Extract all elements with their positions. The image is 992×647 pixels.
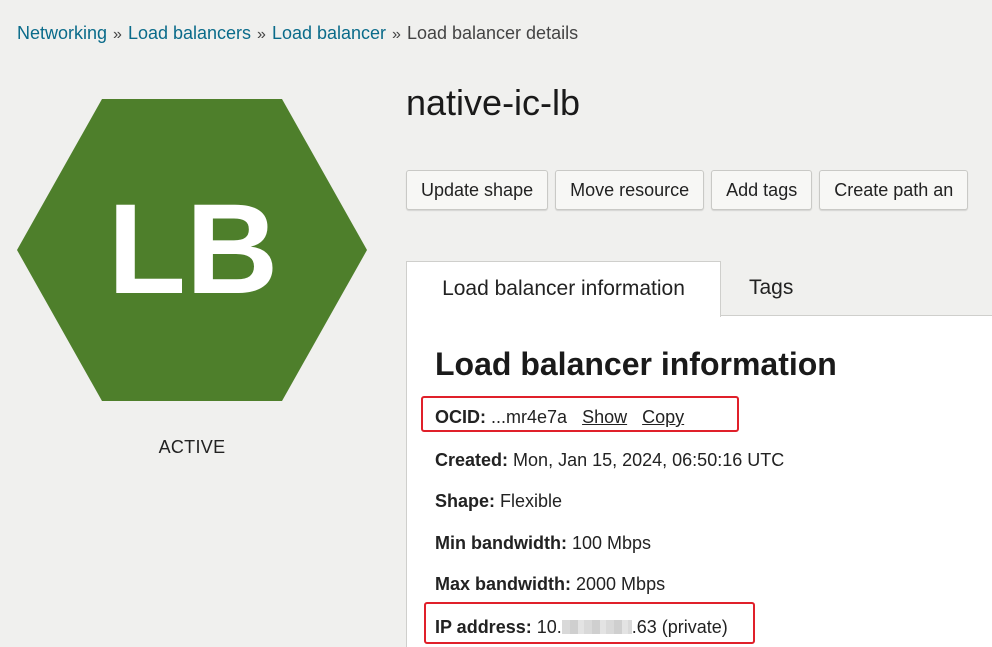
add-tags-button[interactable]: Add tags <box>711 170 813 210</box>
tab-tags[interactable]: Tags <box>749 261 793 316</box>
min-bandwidth-value: 100 Mbps <box>571 533 652 553</box>
lifecycle-status: ACTIVE <box>158 437 226 457</box>
min-bandwidth-row: Min bandwidth: 100 Mbps <box>435 533 651 554</box>
breadcrumb-separator: » <box>392 26 401 43</box>
page: Networking » Load balancers » Load balancer »… <box>0 0 992 647</box>
move-resource-button[interactable]: Move resource <box>555 170 705 210</box>
load-balancer-hexagon-icon: LB <box>17 99 367 401</box>
shape-label: Shape: <box>435 491 496 511</box>
breadcrumb-networking[interactable]: Networking <box>17 23 107 43</box>
tab-load-balancer-information[interactable]: Load balancer information <box>406 261 721 317</box>
action-bar: Update shape Move resource Add tags Create … <box>406 170 975 210</box>
created-value: Mon, Jan 15, 2024, 06:50:16 UTC <box>513 450 785 470</box>
breadcrumb: Networking » Load balancers » Load balancer »… <box>17 22 578 46</box>
update-shape-button[interactable]: Update shape <box>406 170 549 210</box>
created-row: Created: Mon, Jan 15, 2024, 06:50:16 UTC <box>435 450 784 471</box>
create-path-button[interactable]: Create path an <box>819 170 969 210</box>
hexagon-label: LB <box>108 178 279 321</box>
info-panel: Load balancer information OCID: ...mr4e7… <box>406 316 992 647</box>
min-bandwidth-label: Min bandwidth: <box>435 533 567 553</box>
breadcrumb-load-balancers[interactable]: Load balancers <box>128 23 251 43</box>
breadcrumb-separator: » <box>113 26 122 43</box>
section-heading: Load balancer information <box>435 346 837 382</box>
shape-row: Shape: Flexible <box>435 491 562 512</box>
breadcrumb-separator: » <box>257 26 266 43</box>
created-label: Created: <box>435 450 509 470</box>
ip-address-highlight-box <box>424 602 755 644</box>
shape-value: Flexible <box>500 491 563 511</box>
max-bandwidth-row: Max bandwidth: 2000 Mbps <box>435 574 665 595</box>
page-title: native-ic-lb <box>406 82 581 123</box>
breadcrumb-current: Load balancer details <box>406 23 579 43</box>
tab-bar: Load balancer information Tags <box>406 261 992 317</box>
ocid-highlight-box <box>421 396 739 432</box>
breadcrumb-load-balancer[interactable]: Load balancer <box>272 23 386 43</box>
max-bandwidth-value: 2000 Mbps <box>576 574 666 594</box>
max-bandwidth-label: Max bandwidth: <box>435 574 571 594</box>
